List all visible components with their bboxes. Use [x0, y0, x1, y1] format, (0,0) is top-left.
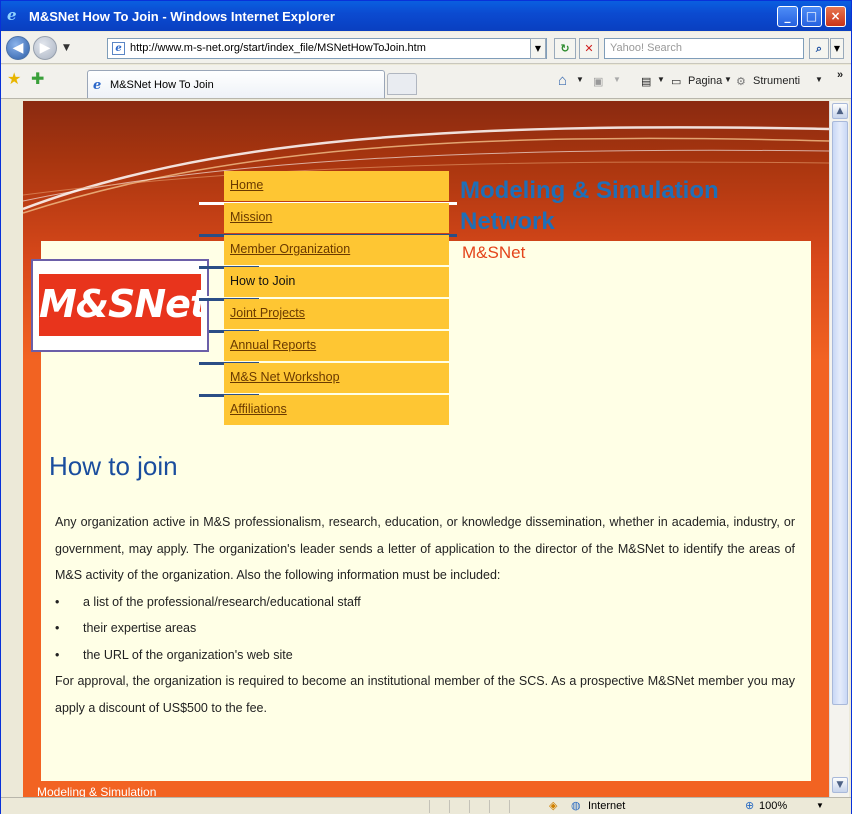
intro-paragraph: Any organization active in M&S professio…	[55, 515, 795, 582]
search-input[interactable]: Yahoo! Search	[604, 38, 804, 59]
requirements-list: a list of the professional/research/educ…	[55, 589, 795, 669]
ie-logo-icon: e	[7, 6, 17, 24]
tab-toolbar: ★ ✚ e M&SNet How To Join ⌂ ▼ ▣ ▼ ▤ ▼ ▭ P…	[1, 65, 851, 99]
main-nav: Home Mission Member Organization How to …	[224, 171, 449, 427]
nav-link-affiliations[interactable]: Affiliations	[230, 402, 287, 416]
page-heading: How to join	[49, 451, 178, 481]
add-favorites-icon[interactable]: ✚	[31, 71, 44, 89]
print-dropdown[interactable]: ▼	[657, 75, 665, 84]
address-toolbar: ◀ ▶ ▼ e http://www.m-s-net.org/start/ind…	[1, 32, 851, 64]
site-subtitle: M&SNet	[462, 243, 526, 262]
nav-link-member-organization[interactable]: Member Organization	[230, 242, 350, 256]
logo-mark: M&SNet	[39, 274, 208, 336]
status-segment	[469, 800, 489, 813]
nav-link-joint-projects[interactable]: Joint Projects	[230, 306, 305, 320]
toolbar-overflow-chevron-icon[interactable]: »	[837, 69, 843, 81]
nav-item-joint-projects[interactable]: Joint Projects	[224, 299, 449, 329]
scroll-down-button[interactable]: ▼	[832, 777, 848, 793]
search-icon[interactable]: ⌕	[809, 38, 829, 59]
site-title: Modeling & Simulation Network	[460, 177, 719, 235]
zoom-icon[interactable]: ⊕	[745, 799, 754, 812]
feeds-icon[interactable]: ▣	[593, 75, 603, 88]
address-text: http://www.m-s-net.org/start/index_file/…	[130, 42, 426, 54]
protected-mode-icon: ◈	[549, 800, 558, 812]
status-bar: ◈ ◍ Internet ⊕ 100% ▼	[1, 797, 851, 814]
title-bar: e M&SNet How To Join - Windows Internet …	[1, 1, 851, 31]
tools-dropdown[interactable]: ▼	[815, 75, 823, 84]
recent-pages-dropdown[interactable]: ▼	[63, 43, 70, 53]
vertical-scrollbar[interactable]: ▲ ▼	[829, 101, 849, 797]
tools-menu[interactable]: Strumenti	[753, 75, 800, 87]
status-segment	[509, 800, 539, 813]
nav-item-workshop[interactable]: M&S Net Workshop	[224, 363, 449, 393]
nav-item-home[interactable]: Home	[224, 171, 449, 201]
status-segment	[489, 800, 509, 813]
nav-item-affiliations[interactable]: Affiliations	[224, 395, 449, 425]
zone-label: Internet	[588, 800, 626, 812]
nav-link-home[interactable]: Home	[230, 178, 263, 192]
nav-item-how-to-join: How to Join	[224, 267, 449, 297]
list-item: the URL of the organization's web site	[55, 642, 795, 669]
page-icon: e	[112, 42, 125, 55]
back-button[interactable]: ◀	[6, 36, 30, 60]
tools-gear-icon[interactable]: ⚙	[736, 75, 746, 88]
page-viewport: M&SNet Home Mission Member Organization …	[23, 101, 829, 797]
nav-item-annual-reports[interactable]: Annual Reports	[224, 331, 449, 361]
closing-paragraph: For approval, the organization is requir…	[55, 674, 795, 715]
home-icon[interactable]: ⌂	[558, 72, 567, 89]
maximize-button[interactable]: □	[801, 6, 822, 27]
forward-button[interactable]: ▶	[33, 36, 57, 60]
zoom-dropdown[interactable]: ▼	[816, 801, 824, 810]
page-body: Any organization active in M&S professio…	[55, 509, 795, 721]
tab-ie-icon: e	[93, 78, 102, 93]
window-title: M&SNet How To Join - Windows Internet Ex…	[29, 9, 335, 24]
zoom-level[interactable]: 100%	[759, 800, 787, 812]
close-button[interactable]: ×	[825, 6, 846, 27]
feeds-dropdown[interactable]: ▼	[613, 75, 621, 84]
nav-current-how-to-join: How to Join	[230, 274, 296, 288]
tab-label: M&SNet How To Join	[110, 79, 214, 91]
page-menu-icon[interactable]: ▭	[671, 75, 681, 88]
tab-active[interactable]: e M&SNet How To Join	[87, 70, 385, 98]
list-item: a list of the professional/research/educ…	[55, 589, 795, 616]
print-icon[interactable]: ▤	[641, 75, 651, 88]
scroll-thumb[interactable]	[832, 121, 848, 705]
favorites-star-icon[interactable]: ★	[7, 71, 21, 89]
minimize-button[interactable]: _	[777, 6, 798, 27]
address-bar[interactable]: e http://www.m-s-net.org/start/index_fil…	[107, 38, 547, 59]
page-menu-dropdown[interactable]: ▼	[724, 75, 732, 84]
browser-window: e M&SNet How To Join - Windows Internet …	[0, 0, 852, 814]
search-options-dropdown[interactable]: ▼	[830, 38, 844, 59]
scroll-up-button[interactable]: ▲	[832, 103, 848, 119]
globe-icon: ◍	[571, 800, 581, 812]
nav-link-annual-reports[interactable]: Annual Reports	[230, 338, 316, 352]
status-segment	[429, 800, 449, 813]
list-item: their expertise areas	[55, 615, 795, 642]
footer-text: Modeling & Simulation	[37, 785, 157, 797]
home-dropdown[interactable]: ▼	[576, 75, 584, 84]
nav-item-mission[interactable]: Mission	[224, 203, 449, 233]
page-menu[interactable]: Pagina	[688, 75, 722, 87]
nav-link-mission[interactable]: Mission	[230, 210, 272, 224]
msnet-logo: M&SNet	[31, 259, 209, 352]
logo-text: M&SNet	[39, 282, 208, 326]
nav-link-workshop[interactable]: M&S Net Workshop	[230, 370, 340, 384]
new-tab-button[interactable]	[387, 73, 417, 95]
refresh-button[interactable]: ↻	[554, 38, 576, 59]
address-dropdown-button[interactable]: ▼	[530, 38, 546, 59]
stop-button[interactable]: ✕	[579, 38, 599, 59]
nav-item-member-organization[interactable]: Member Organization	[224, 235, 449, 265]
status-segment	[449, 800, 469, 813]
